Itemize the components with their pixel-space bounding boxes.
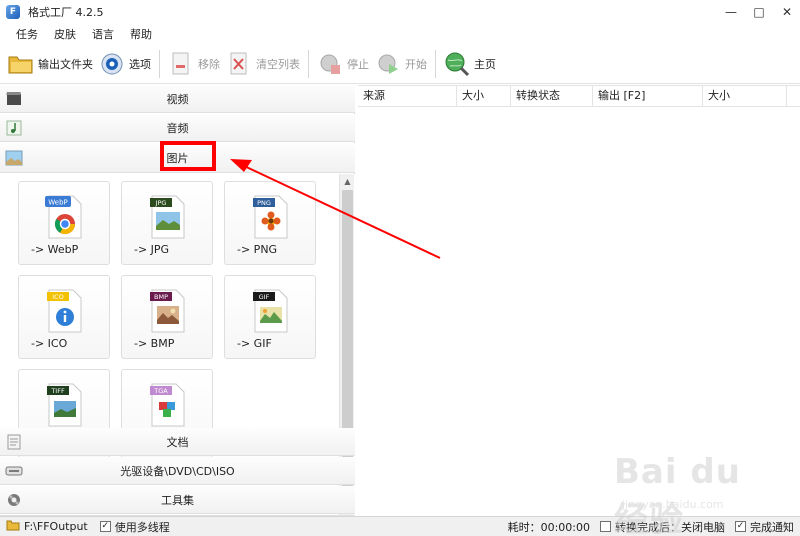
menu-skin[interactable]: 皮肤 (46, 26, 84, 42)
start-button[interactable]: 开始 (375, 46, 427, 82)
menu-language[interactable]: 语言 (84, 26, 122, 42)
format-tile-webp[interactable]: WebP -> WebP (18, 181, 110, 265)
options-gear-icon (99, 51, 125, 77)
watermark-brand: Bai du 经验 (614, 452, 741, 536)
ico-label: -> ICO (31, 337, 68, 350)
task-list: 来源 大小 转换状态 输出 [F2] 大小 (358, 85, 800, 515)
toolbar-separator (159, 49, 160, 78)
toolbar-separator (435, 49, 436, 78)
options-label: 选项 (129, 57, 151, 71)
category-optical[interactable]: 光驱设备\DVD\CD\ISO (0, 457, 355, 485)
ico-file-icon: ICO (47, 289, 82, 333)
start-icon (375, 51, 401, 77)
gif-label: -> GIF (237, 337, 272, 350)
clear-list-label: 清空列表 (256, 57, 300, 71)
folder-icon (8, 51, 34, 77)
minimize-button[interactable]: — (718, 0, 744, 24)
gif-file-icon: GIF (253, 289, 288, 333)
home-globe-icon (444, 51, 470, 77)
home-label: 主页 (474, 57, 496, 71)
options-button[interactable]: 选项 (99, 46, 151, 82)
multithread-checkbox[interactable]: ✓ (99, 521, 111, 532)
title-bar: F 格式工厂 4.2.5 — □ ✕ (0, 0, 800, 24)
category-tools-label: 工具集 (161, 493, 194, 507)
elapsed-time: 耗时：00:00:00 (507, 520, 590, 534)
column-output-size[interactable]: 大小 (703, 86, 787, 106)
bmp-file-icon: BMP (150, 289, 185, 333)
column-status[interactable]: 转换状态 (511, 86, 593, 106)
format-tile-png[interactable]: PNG -> PNG (224, 181, 316, 265)
task-list-header: 来源 大小 转换状态 输出 [F2] 大小 (358, 85, 800, 107)
annotation-highlight-box (160, 141, 216, 171)
baidu-watermark: Bai du 经验 jingyan.baidu.com (614, 452, 764, 536)
tiff-file-icon: TIFF (47, 383, 82, 427)
toolbar: 输出文件夹 选项 移除 清空列表 停止 开始 主页 (0, 44, 800, 84)
remove-button[interactable]: 移除 (168, 46, 220, 82)
webp-badge-text: WebP (48, 199, 67, 207)
start-label: 开始 (405, 57, 427, 71)
category-document-label: 文档 (166, 435, 189, 449)
clear-x-icon (226, 51, 252, 77)
output-folder-label: 输出文件夹 (38, 57, 93, 71)
output-folder-button[interactable]: 输出文件夹 (8, 46, 93, 82)
clear-list-button[interactable]: 清空列表 (226, 46, 300, 82)
format-tile-gif[interactable]: GIF -> GIF (224, 275, 316, 359)
app-logo-icon: F (6, 5, 20, 19)
png-badge-text: PNG (257, 199, 271, 207)
home-button[interactable]: 主页 (444, 46, 496, 82)
webp-file-icon: WebP (45, 195, 82, 239)
remove-label: 移除 (198, 57, 220, 71)
column-source[interactable]: 来源 (358, 86, 457, 106)
format-tile-bmp[interactable]: BMP -> BMP (121, 275, 213, 359)
format-tile-ico[interactable]: ICO -> ICO (18, 275, 110, 359)
multithread-label: 使用多线程 (114, 520, 170, 534)
category-video-label: 视频 (166, 92, 189, 106)
output-folder-small-icon (6, 519, 20, 534)
jpg-file-icon: JPG (150, 195, 185, 239)
watermark-url: jingyan.baidu.com (622, 498, 724, 511)
category-audio-label: 音频 (166, 121, 189, 135)
window-title: 格式工厂 4.2.5 (28, 6, 104, 19)
stop-icon (317, 51, 343, 77)
tga-badge-text: TGA (153, 387, 168, 395)
webp-label: -> WebP (31, 243, 79, 256)
jpg-label: -> JPG (134, 243, 170, 256)
tiff-badge-text: TIFF (50, 387, 65, 395)
bmp-badge-text: BMP (154, 293, 168, 301)
menu-bar: 任务 皮肤 语言 帮助 (0, 24, 800, 44)
category-optical-label: 光驱设备\DVD\CD\ISO (120, 464, 235, 478)
ico-badge-text: ICO (52, 293, 64, 301)
bmp-label: -> BMP (134, 337, 175, 350)
menu-help[interactable]: 帮助 (122, 26, 160, 42)
toolbar-separator (308, 49, 309, 78)
scroll-up-arrow-icon[interactable]: ▲ (340, 174, 355, 189)
category-audio[interactable]: 音频 (0, 114, 355, 142)
remove-document-icon (168, 51, 194, 77)
output-path[interactable]: F:\FFOutput (24, 520, 88, 533)
format-tile-jpg[interactable]: JPG -> JPG (121, 181, 213, 265)
stop-button[interactable]: 停止 (317, 46, 369, 82)
gif-badge-text: GIF (259, 293, 270, 301)
shutdown-after-checkbox[interactable] (600, 521, 611, 532)
window-controls: — □ ✕ (716, 0, 800, 24)
jpg-badge-text: JPG (155, 199, 167, 207)
png-label: -> PNG (237, 243, 278, 256)
stop-label: 停止 (347, 57, 369, 71)
png-file-icon: PNG (253, 195, 288, 239)
tga-file-icon: TGA (150, 383, 185, 427)
category-document[interactable]: 文档 (0, 428, 355, 456)
menu-task[interactable]: 任务 (8, 26, 46, 42)
column-size[interactable]: 大小 (457, 86, 511, 106)
column-output[interactable]: 输出 [F2] (593, 86, 703, 106)
close-button[interactable]: ✕ (774, 0, 800, 24)
category-tools[interactable]: 工具集 (0, 486, 355, 514)
category-video[interactable]: 视频 (0, 85, 355, 113)
maximize-button[interactable]: □ (746, 0, 772, 24)
